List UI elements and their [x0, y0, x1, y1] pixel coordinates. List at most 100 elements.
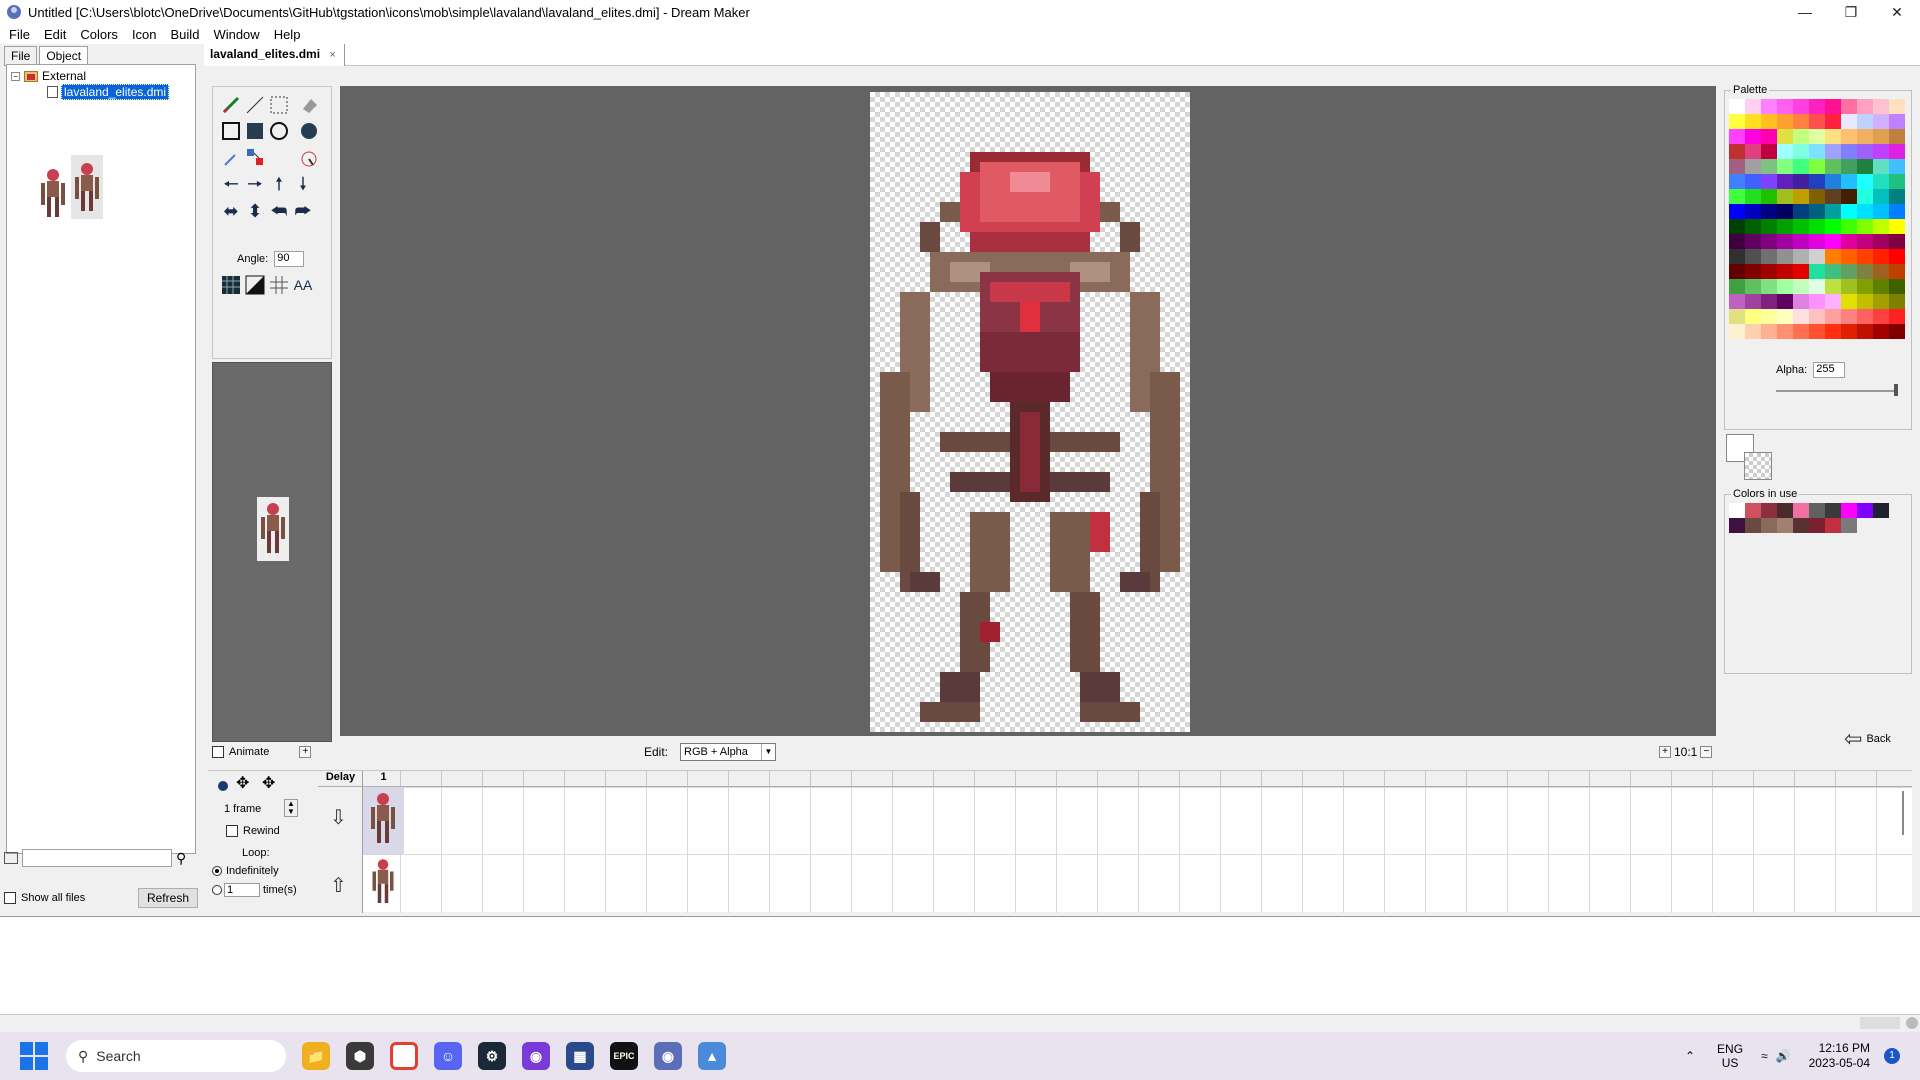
color-swatch[interactable] [1857, 219, 1873, 234]
chevron-up-icon[interactable]: ⌃ [1685, 1049, 1695, 1063]
menu-help[interactable]: Help [267, 27, 308, 42]
color-swatch[interactable] [1809, 309, 1825, 324]
color-swatch[interactable] [1857, 189, 1873, 204]
color-swatch[interactable] [1809, 99, 1825, 114]
color-swatch[interactable] [1825, 144, 1841, 159]
color-swatch[interactable] [1841, 234, 1857, 249]
color-swatch[interactable] [1793, 114, 1809, 129]
color-swatch[interactable] [1729, 518, 1745, 533]
rectangle-filled-icon[interactable] [243, 119, 267, 143]
color-swatch[interactable] [1729, 279, 1745, 294]
color-swatch[interactable] [1873, 99, 1889, 114]
color-swatch[interactable] [1745, 99, 1761, 114]
color-swatch[interactable] [1825, 159, 1841, 174]
menu-build[interactable]: Build [164, 27, 207, 42]
color-swatch[interactable] [1809, 174, 1825, 189]
preview-zoom-in[interactable]: + [299, 746, 312, 758]
grid-lines-icon[interactable] [267, 273, 291, 297]
color-swatch[interactable] [1729, 294, 1745, 309]
resize-grip-icon[interactable] [1906, 1017, 1918, 1029]
color-swatch[interactable] [1777, 518, 1793, 533]
chrome-icon[interactable] [390, 1042, 418, 1070]
color-swatch[interactable] [1809, 159, 1825, 174]
color-swatch[interactable] [1889, 114, 1905, 129]
alpha-input[interactable]: 255 [1813, 362, 1846, 378]
color-swatch[interactable] [1729, 129, 1745, 144]
color-swatch[interactable] [1777, 189, 1793, 204]
color-swatch[interactable] [1873, 264, 1889, 279]
color-swatch[interactable] [1729, 99, 1745, 114]
color-swatch[interactable] [1825, 234, 1841, 249]
color-swatch[interactable] [1761, 114, 1777, 129]
color-swatch[interactable] [1857, 144, 1873, 159]
color-swatch[interactable] [1809, 294, 1825, 309]
shift-left-icon[interactable]: 🠔 [219, 174, 243, 199]
rotate-left-icon[interactable]: ⮪ [267, 199, 291, 223]
zoom-out-button[interactable]: − [1700, 746, 1713, 758]
color-swatch[interactable] [1745, 264, 1761, 279]
color-swatch[interactable] [1745, 114, 1761, 129]
maximize-button[interactable]: ❐ [1828, 0, 1874, 24]
move-all-frames-icon[interactable]: ✥ [262, 773, 275, 793]
collapse-icon[interactable]: − [11, 71, 20, 81]
color-swatch[interactable] [1841, 189, 1857, 204]
color-swatch[interactable] [1825, 503, 1841, 518]
menu-colors[interactable]: Colors [73, 27, 125, 42]
color-swatch[interactable] [1841, 309, 1857, 324]
color-swatch[interactable] [1841, 518, 1857, 533]
color-swatch[interactable] [1825, 324, 1841, 339]
color-swatch[interactable] [1889, 159, 1905, 174]
color-swatch[interactable] [1873, 234, 1889, 249]
color-swatch[interactable] [1761, 174, 1777, 189]
color-swatch[interactable] [1825, 279, 1841, 294]
color-swatch[interactable] [1761, 204, 1777, 219]
color-swatch[interactable] [1889, 294, 1905, 309]
color-swatch[interactable] [1873, 189, 1889, 204]
color-swatch[interactable] [1841, 99, 1857, 114]
shift-right-icon[interactable]: 🠖 [243, 174, 267, 199]
steam-icon[interactable]: ⚙ [478, 1042, 506, 1070]
color-swatch[interactable] [1745, 234, 1761, 249]
color-swatch[interactable] [1841, 219, 1857, 234]
color-swatch[interactable] [1809, 114, 1825, 129]
color-swatch[interactable] [1777, 279, 1793, 294]
color-swatch[interactable] [1745, 249, 1761, 264]
contrast-icon[interactable] [243, 273, 267, 297]
color-swatch[interactable] [1857, 99, 1873, 114]
eraser-icon[interactable] [297, 93, 321, 117]
close-button[interactable]: ✕ [1874, 0, 1920, 24]
color-swatch[interactable] [1857, 324, 1873, 339]
color-swatch[interactable] [1889, 204, 1905, 219]
taskbar-search[interactable]: ⚲ Search [66, 1040, 286, 1072]
timeline-scrollbar[interactable] [1902, 791, 1904, 835]
color-swatch[interactable] [1841, 249, 1857, 264]
color-swatch[interactable] [1745, 189, 1761, 204]
color-swatch[interactable] [1873, 294, 1889, 309]
color-swatch[interactable] [1857, 309, 1873, 324]
menu-icon[interactable]: Icon [125, 27, 164, 42]
color-swatch[interactable] [1777, 99, 1793, 114]
color-swatch[interactable] [1761, 324, 1777, 339]
color-swatch[interactable] [1793, 264, 1809, 279]
wifi-icon[interactable]: ≈ [1761, 1049, 1768, 1063]
refresh-button[interactable]: Refresh [137, 888, 198, 908]
color-swatch[interactable] [1841, 129, 1857, 144]
color-swatch[interactable] [1793, 204, 1809, 219]
dream-daemon-icon[interactable]: ▦ [566, 1042, 594, 1070]
color-swatch[interactable] [1761, 518, 1777, 533]
color-swatch[interactable] [1761, 264, 1777, 279]
color-swatch[interactable] [1825, 114, 1841, 129]
color-swatch[interactable] [1729, 159, 1745, 174]
tree-item-lavaland-elites[interactable]: lavaland_elites.dmi [47, 84, 170, 100]
color-swatch[interactable] [1761, 219, 1777, 234]
color-swatch[interactable] [1841, 324, 1857, 339]
color-swatch[interactable] [1825, 294, 1841, 309]
eyedropper-icon[interactable] [219, 147, 243, 171]
color-swatch[interactable] [1761, 144, 1777, 159]
pixel-canvas[interactable] [870, 92, 1190, 732]
rotate-right-icon[interactable]: ⮫ [291, 199, 315, 223]
color-swatch[interactable] [1745, 159, 1761, 174]
color-swatch[interactable] [1777, 309, 1793, 324]
tab-file[interactable]: File [4, 46, 38, 66]
color-swatch[interactable] [1889, 279, 1905, 294]
